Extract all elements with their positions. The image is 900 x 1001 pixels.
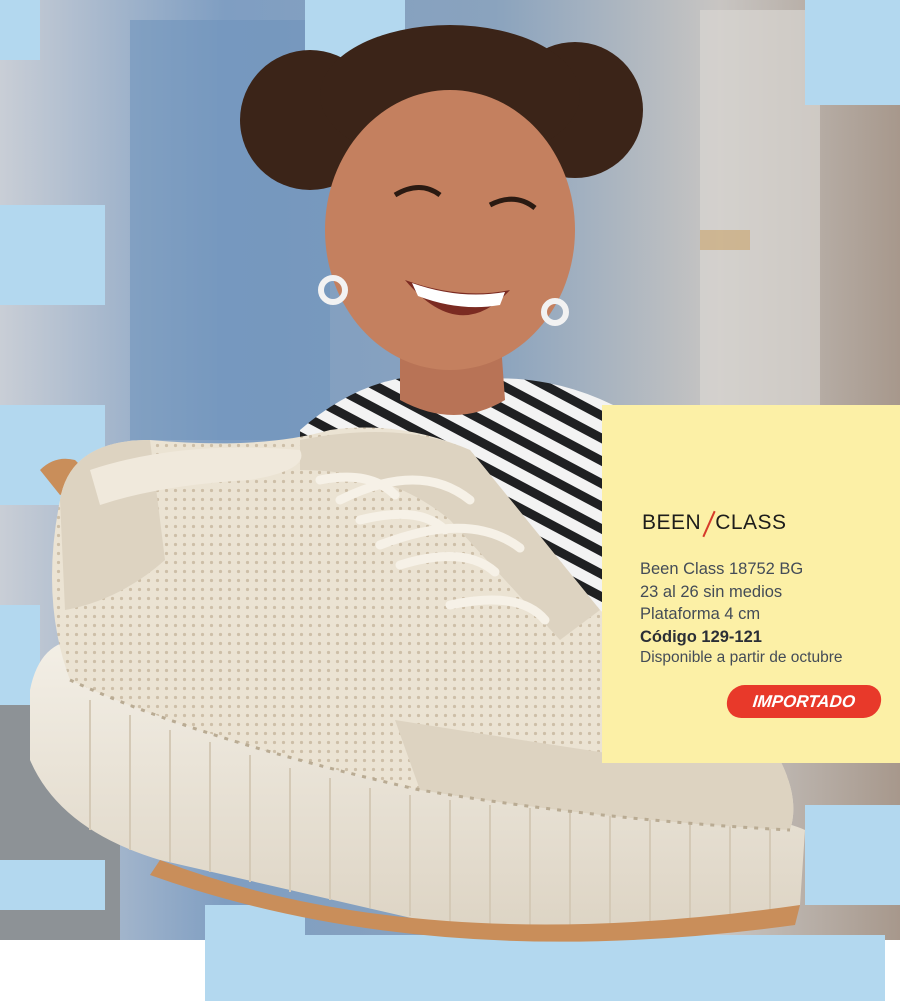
- brand-logo: BEEN CLASS: [642, 508, 787, 538]
- imported-badge: IMPORTADO: [725, 685, 883, 718]
- brand-logo-right: CLASS: [715, 511, 787, 534]
- ad-page: BEEN CLASS Been Class 18752 BG 23 al 26 s…: [0, 0, 900, 1001]
- product-platform: Plataforma 4 cm: [640, 605, 761, 623]
- product-details: Been Class 18752 BG 23 al 26 sin medios …: [640, 558, 900, 668]
- product-info-card: BEEN CLASS Been Class 18752 BG 23 al 26 s…: [602, 405, 900, 763]
- brand-logo-left: BEEN: [642, 511, 702, 534]
- product-availability: Disponible a partir de octubre: [640, 649, 843, 666]
- product-model: Been Class 18752 BG: [640, 560, 804, 578]
- product-code: Código 129-121: [640, 627, 762, 646]
- product-sizes: 23 al 26 sin medios: [640, 582, 783, 601]
